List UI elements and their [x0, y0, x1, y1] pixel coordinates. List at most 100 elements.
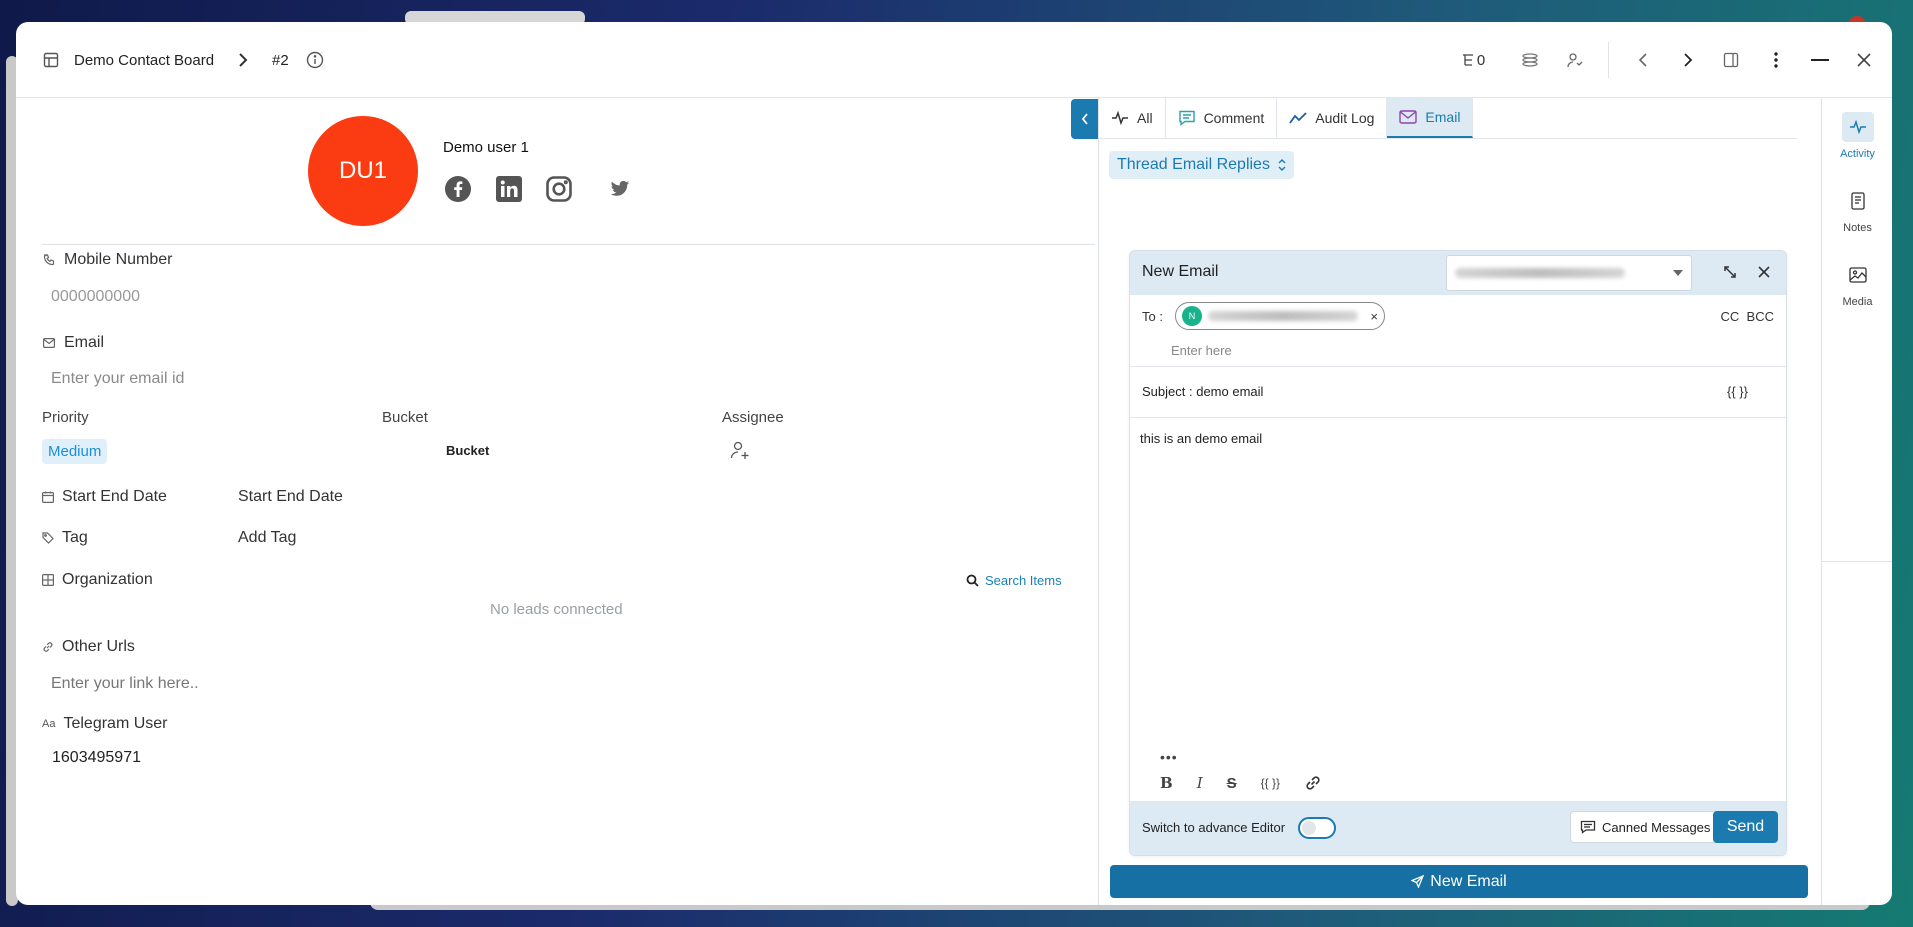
tab-all-label: All	[1137, 110, 1153, 126]
tab-comment-label: Comment	[1203, 110, 1265, 126]
subject-field[interactable]: Subject : demo email	[1142, 384, 1263, 399]
notes-icon	[1842, 186, 1874, 216]
rail-media-label: Media	[1842, 296, 1873, 308]
modal-header: Demo Contact Board #2 0	[16, 22, 1892, 98]
canned-messages-label: Canned Messages	[1602, 819, 1711, 835]
board-title[interactable]: Demo Contact Board	[74, 22, 214, 98]
add-assignee-icon[interactable]	[730, 440, 750, 460]
rail-activity-label: Activity	[1840, 148, 1875, 160]
assignee-label: Assignee	[722, 409, 784, 426]
other-urls-label: Other Urls	[42, 638, 135, 656]
rail-item-activity[interactable]: Activity	[1822, 112, 1892, 160]
close-icon[interactable]	[1854, 22, 1874, 98]
organization-label: Organization	[42, 571, 153, 589]
facebook-icon[interactable]	[443, 174, 473, 204]
telegram-user-input[interactable]: 1603495971	[52, 749, 141, 767]
phone-icon	[42, 254, 56, 266]
from-address-select[interactable]	[1446, 255, 1692, 291]
tab-comment[interactable]: Comment	[1166, 98, 1278, 138]
collapse-panel-button[interactable]	[1071, 99, 1099, 139]
recipient-chip[interactable]: N ×	[1175, 302, 1385, 330]
instagram-icon[interactable]	[544, 174, 574, 204]
dropdown-caret-icon	[1673, 270, 1683, 276]
text-field-icon: Aa	[42, 718, 56, 730]
priority-badge[interactable]: Medium	[42, 439, 108, 464]
contact-name: Demo user 1	[443, 139, 529, 156]
info-icon[interactable]	[305, 22, 325, 98]
email-composer: New Email To : N × CC BCC Enter here Sub…	[1129, 250, 1787, 856]
more-formatting-icon[interactable]: •••	[1160, 749, 1178, 765]
rail-divider	[1822, 561, 1892, 562]
italic-icon[interactable]: I	[1197, 774, 1203, 792]
close-composer-icon[interactable]	[1758, 266, 1770, 278]
email-composer-header: New Email	[1130, 251, 1786, 295]
expand-icon[interactable]	[1723, 265, 1737, 279]
thread-email-replies-label: Thread Email Replies	[1117, 156, 1270, 173]
link-icon[interactable]	[1304, 774, 1322, 792]
add-tag-button[interactable]: Add Tag	[238, 529, 296, 547]
tab-email-label: Email	[1425, 109, 1461, 125]
thread-email-replies-button[interactable]: Thread Email Replies	[1109, 151, 1294, 179]
assign-user-icon[interactable]	[1564, 22, 1586, 98]
advance-editor-toggle[interactable]	[1298, 817, 1336, 839]
side-rail: Activity Notes Media	[1821, 98, 1892, 905]
profile-divider	[42, 244, 1095, 245]
canned-messages-button[interactable]: Canned Messages	[1570, 811, 1721, 843]
search-items-link[interactable]: Search Items	[966, 573, 1062, 588]
send-button[interactable]: Send	[1713, 811, 1778, 843]
minimize-icon[interactable]	[1810, 22, 1830, 98]
audit-log-icon	[1289, 111, 1307, 125]
cc-button[interactable]: CC	[1721, 309, 1740, 324]
rail-notes-label: Notes	[1843, 222, 1872, 234]
recipient-input[interactable]: Enter here	[1171, 343, 1232, 358]
email-input[interactable]: Enter your email id	[51, 370, 184, 388]
twitter-icon[interactable]	[609, 174, 631, 204]
email-body-editor[interactable]: this is an demo email	[1140, 431, 1262, 446]
formatting-toolbar: B I S {{ }}	[1160, 774, 1322, 792]
rail-item-media[interactable]: Media	[1822, 260, 1892, 308]
organization-label-text: Organization	[62, 571, 153, 588]
tab-audit-log[interactable]: Audit Log	[1277, 98, 1388, 138]
previous-record-icon[interactable]	[1633, 22, 1653, 98]
tag-icon	[42, 532, 54, 544]
email-composer-footer: Switch to advance Editor Canned Messages…	[1130, 801, 1786, 855]
link-icon	[42, 641, 54, 653]
tab-all[interactable]: All	[1099, 98, 1166, 138]
next-record-icon[interactable]	[1678, 22, 1698, 98]
other-urls-label-text: Other Urls	[62, 638, 135, 655]
to-label: To :	[1142, 309, 1163, 324]
search-icon	[966, 574, 979, 587]
layers-icon[interactable]	[1519, 22, 1541, 98]
cc-bcc-toggles: CC BCC	[1721, 309, 1774, 324]
mobile-number-input[interactable]: 0000000000	[51, 288, 140, 306]
other-urls-input[interactable]: Enter your link here..	[51, 675, 199, 693]
mail-icon	[1399, 110, 1418, 124]
remove-recipient-icon[interactable]: ×	[1370, 309, 1378, 324]
linkedin-icon[interactable]	[494, 174, 524, 204]
subtask-count[interactable]: 0	[1458, 22, 1488, 98]
new-email-button[interactable]: New Email	[1110, 865, 1808, 898]
variable-icon[interactable]: {{ }}	[1261, 776, 1280, 790]
board-icon	[40, 22, 62, 98]
organization-icon	[42, 574, 54, 586]
tab-audit-log-label: Audit Log	[1315, 110, 1375, 126]
bold-icon[interactable]: B	[1160, 774, 1173, 792]
calendar-icon	[42, 491, 54, 503]
header-divider	[1608, 42, 1609, 78]
tag-label-text: Tag	[62, 529, 88, 546]
bucket-selector[interactable]: Bucket	[446, 443, 489, 458]
split-view-icon[interactable]	[1721, 22, 1741, 98]
strikethrough-icon[interactable]: S	[1227, 775, 1237, 792]
bcc-button[interactable]: BCC	[1747, 309, 1774, 324]
more-options-icon[interactable]	[1766, 22, 1786, 98]
subject-variable-button[interactable]: {{ }}	[1727, 384, 1748, 399]
from-address-redacted	[1455, 268, 1625, 278]
telegram-user-label: Aa Telegram User	[42, 715, 168, 733]
start-end-date-picker[interactable]: Start End Date	[238, 488, 343, 506]
advance-editor-label: Switch to advance Editor	[1142, 820, 1286, 835]
rail-item-notes[interactable]: Notes	[1822, 186, 1892, 234]
mail-icon	[42, 338, 56, 348]
tab-email[interactable]: Email	[1387, 98, 1474, 138]
tag-label: Tag	[42, 529, 88, 547]
activity-icon	[1841, 112, 1874, 142]
